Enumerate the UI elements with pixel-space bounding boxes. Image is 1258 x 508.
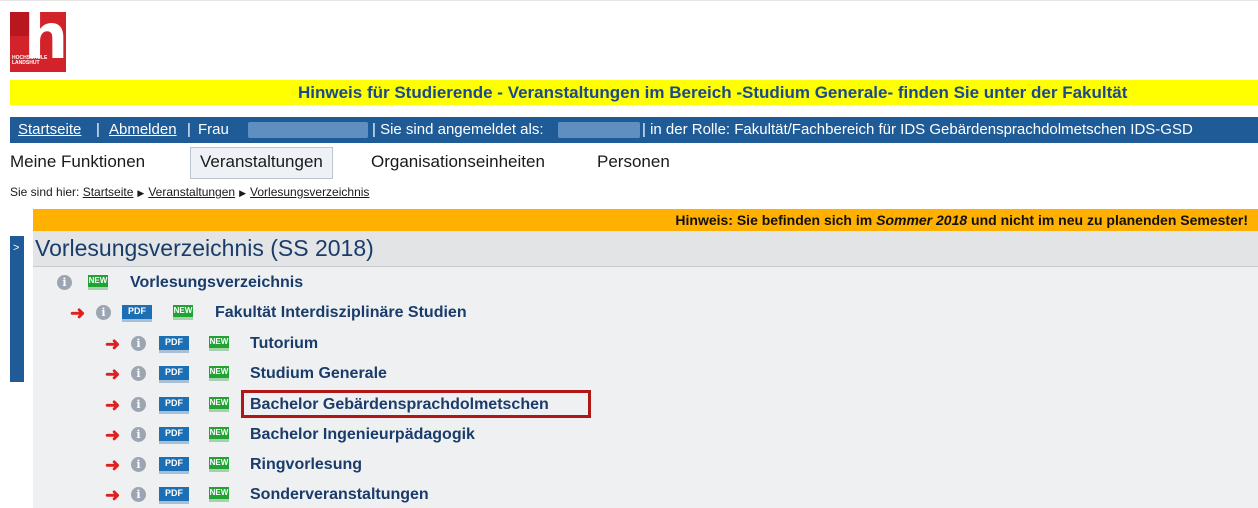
info-icon[interactable]: i [57,275,72,290]
salutation: Frau [198,121,229,138]
breadcrumb: Sie sind hier: Startseite ▶ Veranstaltunge… [10,185,369,199]
student-notice-bar: Hinweis für Studierende - Veranstaltunge… [10,80,1258,105]
separator: | [96,121,100,138]
tree-item-label[interactable]: Ringvorlesung [250,454,362,476]
breadcrumb-veranstaltungen[interactable]: Veranstaltungen [148,185,235,199]
new-icon[interactable]: NEW [209,366,229,381]
tree-row: ➜ i PDF NEW Bachelor Ingenieurpädagogik [105,424,505,448]
tree-item-label[interactable]: Vorlesungsverzeichnis [130,272,303,294]
breadcrumb-arrow-icon: ▶ [137,188,145,198]
info-icon[interactable]: i [131,457,146,472]
separator: | [187,121,191,138]
tree-row: ➜ i PDF NEW Studium Generale [105,363,505,387]
arrow-right-icon[interactable]: ➜ [105,395,120,415]
pdf-icon[interactable]: PDF [159,366,189,383]
semester-notice-bar: Hinweis: Sie befinden sich im Sommer 201… [33,209,1258,231]
logo-text: HOCHSCHULE LANDSHUT [12,56,47,66]
pdf-icon[interactable]: PDF [159,427,189,444]
arrow-right-icon[interactable]: ➜ [105,364,120,384]
new-icon[interactable]: NEW [173,305,193,320]
semester-notice-before: Hinweis: Sie befinden sich im [675,212,877,228]
breadcrumb-vorlesungsverzeichnis[interactable]: Vorlesungsverzeichnis [250,185,369,199]
tab-personen[interactable]: Personen [597,147,670,179]
info-icon[interactable]: i [131,336,146,351]
tree-item-label[interactable]: Bachelor Ingenieurpädagogik [250,424,475,446]
redacted-username [558,122,640,138]
pdf-icon[interactable]: PDF [159,487,189,504]
page-title: Vorlesungsverzeichnis (SS 2018) [33,231,1258,266]
semester-notice-text: Hinweis: Sie befinden sich im Sommer 201… [675,209,1248,231]
new-icon[interactable]: NEW [209,487,229,502]
breadcrumb-startseite[interactable]: Startseite [83,185,134,199]
breadcrumb-arrow-icon: ▶ [239,188,247,198]
tab-meine-funktionen[interactable]: Meine Funktionen [10,147,145,179]
highlight-box [241,390,591,418]
tree-row: ➜ i PDF NEW Sonderveranstaltungen [105,484,505,508]
tree-row: ➜ i PDF NEW Ringvorlesung [105,454,505,478]
breadcrumb-prefix: Sie sind hier: [10,185,80,199]
sidebar-toggle-icon: > [13,242,20,254]
abmelden-label: Abmelden [109,121,177,138]
info-icon[interactable]: i [131,397,146,412]
tree-item-label[interactable]: Tutorium [250,333,318,355]
tree-row-root: i NEW Vorlesungsverzeichnis [57,272,357,296]
info-icon[interactable]: i [96,305,111,320]
top-divider [0,0,1258,1]
new-icon[interactable]: NEW [209,336,229,351]
info-icon[interactable]: i [131,487,146,502]
sidebar-toggle[interactable]: > [10,236,24,382]
pdf-icon[interactable]: PDF [122,305,152,322]
semester-notice-after: und nicht im neu zu planenden Semester! [967,212,1248,228]
role-label: | in der Rolle: Fakultät/Fachbereich für… [642,121,1193,138]
redacted-name [248,122,368,138]
tree-item-label[interactable]: Studium Generale [250,363,387,385]
tab-veranstaltungen[interactable]: Veranstaltungen [190,147,333,179]
arrow-right-icon[interactable]: ➜ [105,334,120,354]
new-icon[interactable]: NEW [88,275,108,290]
tree-row-faculty: ➜ i PDF NEW Fakultät Interdisziplinäre S… [70,302,530,326]
startseite-label: Startseite [18,121,82,138]
new-icon[interactable]: NEW [209,427,229,442]
pdf-icon[interactable]: PDF [159,336,189,353]
pdf-icon[interactable]: PDF [159,457,189,474]
tree-row: ➜ i PDF NEW Tutorium [105,333,505,357]
arrow-right-icon[interactable]: ➜ [105,455,120,475]
tree-item-label[interactable]: Sonderveranstaltungen [250,484,429,506]
arrow-right-icon[interactable]: ➜ [70,303,85,323]
logged-in-as-label: | Sie sind angemeldet als: [372,121,544,138]
hochschule-logo[interactable]: h HOCHSCHULE LANDSHUT [10,12,66,72]
abmelden-link[interactable]: Abmelden [109,117,177,143]
new-icon[interactable]: NEW [209,397,229,412]
info-icon[interactable]: i [131,366,146,381]
user-bar: Startseite | Abmelden | Frau | Sie sind … [10,117,1258,143]
tree-item-label[interactable]: Fakultät Interdisziplinäre Studien [215,302,467,324]
semester-name: Sommer 2018 [876,212,968,228]
startseite-link[interactable]: Startseite [18,117,81,143]
tab-organisationseinheiten[interactable]: Organisationseinheiten [371,147,545,179]
info-icon[interactable]: i [131,427,146,442]
logo-text-line2: LANDSHUT [12,60,40,66]
student-notice-text: Hinweis für Studierende - Veranstaltunge… [298,83,1128,102]
arrow-right-icon[interactable]: ➜ [105,485,120,505]
pdf-icon[interactable]: PDF [159,397,189,414]
arrow-right-icon[interactable]: ➜ [105,425,120,445]
new-icon[interactable]: NEW [209,457,229,472]
